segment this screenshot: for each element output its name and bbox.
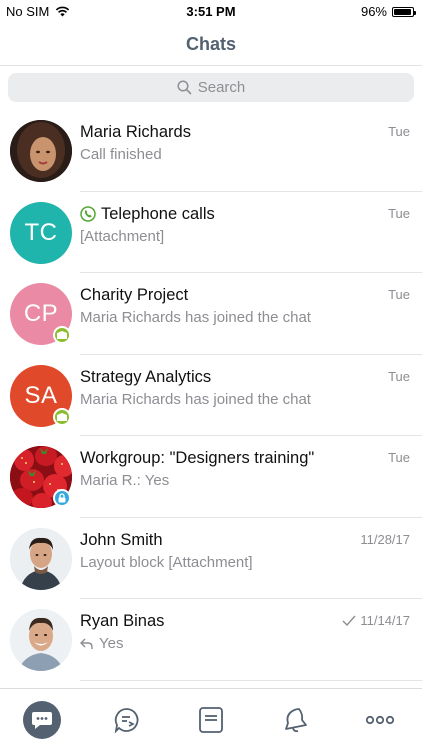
woman-portrait-icon	[10, 120, 72, 182]
page-title: Chats	[0, 22, 422, 66]
avatar-initials: TC	[24, 218, 58, 246]
chat-preview: Yes	[80, 635, 123, 652]
chat-preview: Maria Richards has joined the chat	[80, 309, 311, 326]
chat-date: Tue	[388, 368, 410, 384]
chat-date: 11/28/17	[360, 531, 410, 547]
chat-preview: [Attachment]	[80, 227, 165, 245]
chat-preview: Call finished	[80, 146, 162, 163]
chat-bubble-icon	[32, 711, 53, 729]
clock: 3:51 PM	[186, 4, 236, 19]
chat-preview: Maria Richards has joined the chat	[80, 390, 311, 408]
chat-row[interactable]: SA Strategy Analytics Maria Richards has…	[0, 355, 422, 436]
chat-date: Tue	[388, 450, 410, 465]
battery-icon	[392, 6, 416, 17]
tab-open-lines[interactable]	[102, 695, 152, 745]
chat-preview: Maria R.: Yes	[80, 472, 170, 489]
chat-name: Maria Richards	[80, 123, 191, 141]
search-placeholder: Search	[197, 79, 246, 96]
chat-name: Strategy Analytics	[80, 367, 212, 386]
status-bar: No SIM 3:51 PM 96%	[0, 0, 422, 22]
chat-row[interactable]: John Smith Layout block [Attachment] 11/…	[0, 518, 422, 599]
more-icon	[365, 715, 394, 724]
reply-icon	[80, 638, 93, 649]
man-portrait-icon	[10, 527, 72, 590]
avatar	[10, 609, 72, 671]
chat-name: John Smith	[80, 530, 163, 549]
lock-badge-icon	[53, 489, 71, 507]
tab-more[interactable]	[355, 695, 405, 745]
avatar: TC	[10, 201, 72, 264]
chat-name: Telephone calls	[80, 205, 215, 224]
chat-row[interactable]: CP Charity Project Maria Richards has jo…	[0, 273, 422, 355]
avatar-initials: SA	[24, 381, 58, 409]
chat-preview: Layout block [Attachment]	[80, 553, 253, 571]
tab-chats[interactable]	[17, 695, 67, 745]
check-icon	[342, 615, 356, 626]
chat-row[interactable]: Workgroup: "Designers training" Maria R.…	[0, 436, 422, 518]
notes-icon	[199, 706, 223, 733]
tab-notifications[interactable]	[270, 695, 320, 745]
tab-bar	[0, 688, 422, 750]
chat-date: 11/14/17	[342, 613, 410, 628]
phone-icon	[80, 206, 96, 222]
avatar-initials: CP	[23, 300, 59, 327]
open-lines-icon	[114, 707, 138, 734]
battery-status: 96%	[360, 4, 416, 19]
group-chat-badge-icon	[53, 407, 71, 426]
chat-row[interactable]: Maria Richards Call finished Tue	[0, 110, 422, 192]
chat-row[interactable]: Ryan Binas Yes 11/14/17	[0, 599, 422, 681]
chat-name: Charity Project	[80, 286, 189, 304]
group-chat-badge-icon	[53, 326, 71, 344]
battery-percent: 96%	[360, 4, 387, 19]
tab-notes[interactable]	[186, 695, 236, 745]
search-input[interactable]: Search	[8, 73, 414, 102]
chat-name: Workgroup: "Designers training"	[80, 449, 315, 467]
search-icon	[177, 80, 192, 95]
smiling-man-portrait-icon	[10, 609, 72, 671]
chat-list: Maria Richards Call finished Tue TC Tele…	[0, 110, 422, 681]
chat-date: Tue	[388, 205, 410, 221]
avatar	[10, 527, 72, 590]
avatar	[10, 120, 72, 182]
chat-date: Tue	[388, 124, 410, 139]
chat-name: Ryan Binas	[80, 612, 165, 630]
chat-date: Tue	[388, 287, 410, 302]
chat-row[interactable]: TC Telephone calls [Attachment] Tue	[0, 192, 422, 273]
bell-icon	[285, 707, 308, 732]
